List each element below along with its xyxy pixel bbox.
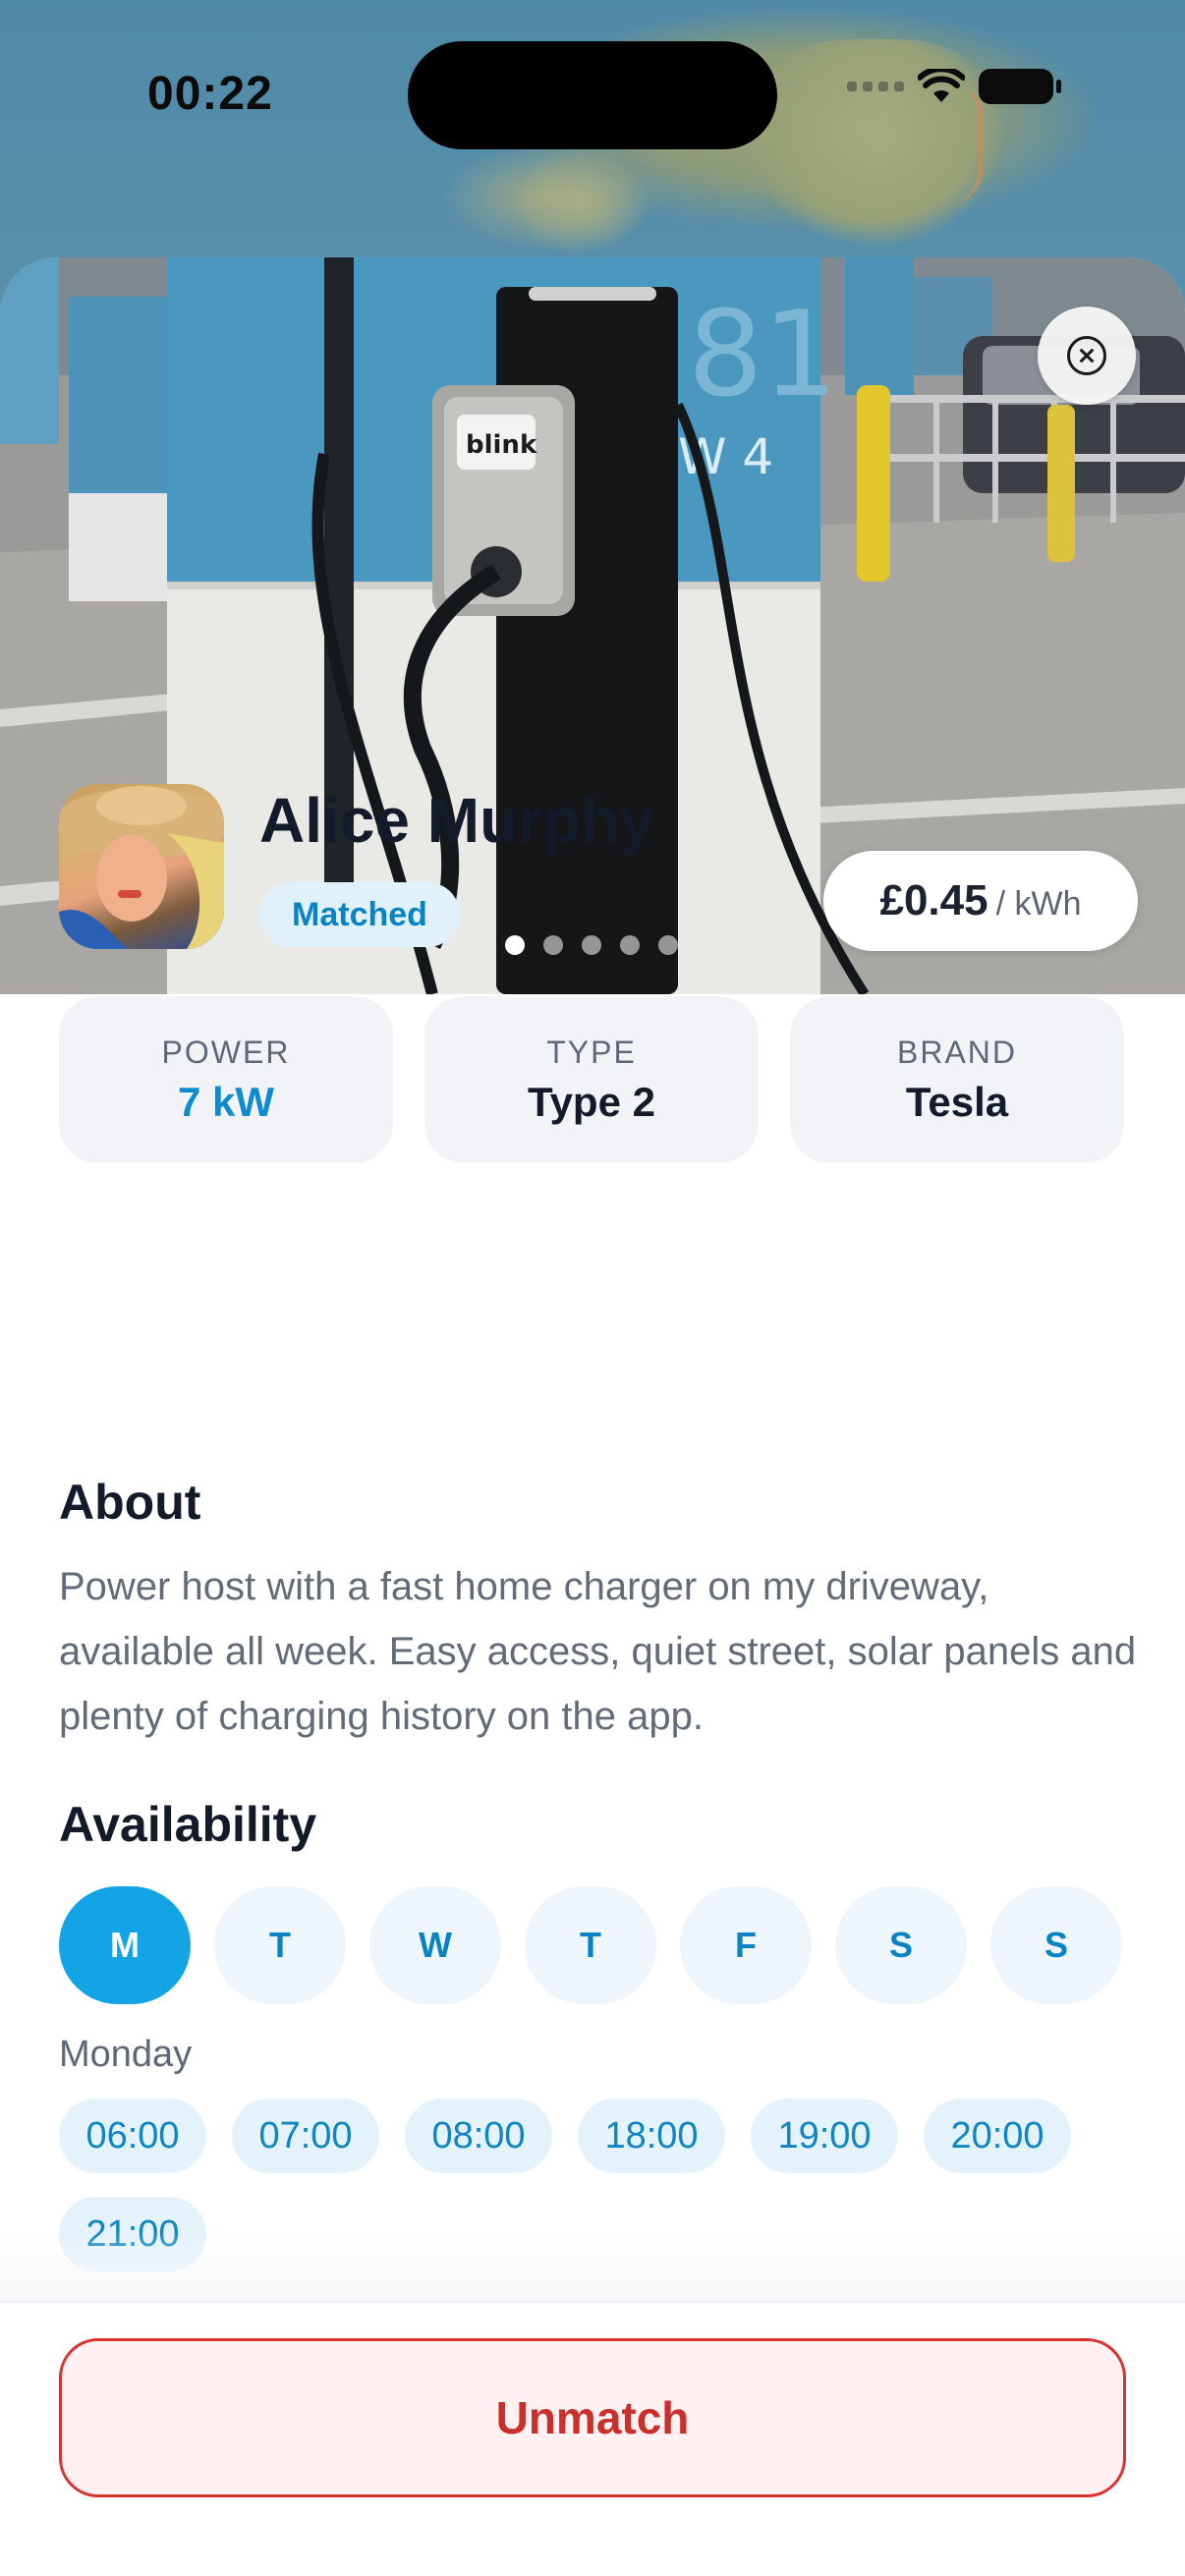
time-slot: 08:00 [405, 2099, 552, 2173]
day-button-monday[interactable]: M [59, 1886, 191, 2004]
signal-icon [847, 82, 904, 91]
dynamic-island [408, 41, 777, 149]
svg-text:81: 81 [688, 287, 838, 423]
availability-title: Availability [59, 1797, 317, 1852]
spec-value: Type 2 [528, 1078, 655, 1125]
spec-value: Tesla [905, 1078, 1009, 1125]
spec-value: 7 kW [177, 1078, 275, 1125]
page-dot[interactable] [582, 935, 601, 955]
day-selector: M T W T F S S [59, 1886, 1122, 2004]
price-unit: / kWh [995, 885, 1082, 923]
day-button-friday[interactable]: F [680, 1886, 812, 2004]
day-button-saturday[interactable]: S [835, 1886, 967, 2004]
about-title: About [59, 1475, 201, 1530]
sheet-grabber[interactable] [529, 287, 656, 301]
spec-label: BRAND [896, 1034, 1017, 1070]
close-icon [1067, 336, 1106, 375]
spec-label: POWER [161, 1034, 291, 1070]
page-dot[interactable] [658, 935, 678, 955]
host-name: Alice Murphy [259, 785, 654, 856]
page-dot[interactable] [620, 935, 640, 955]
unmatch-button[interactable]: Unmatch [59, 2338, 1126, 2497]
avatar [59, 784, 224, 949]
status-time: 00:22 [147, 68, 273, 120]
page-dot[interactable] [543, 935, 563, 955]
spec-label: TYPE [546, 1034, 637, 1070]
about-text: Power host with a fast home charger on m… [59, 1565, 1137, 1738]
spec-card-power: POWER 7 kW [59, 996, 393, 1163]
time-slot: 06:00 [59, 2099, 206, 2173]
spec-card-brand: BRAND Tesla [790, 996, 1124, 1163]
price-pill: £0.45 / kWh [823, 851, 1138, 951]
wifi-icon [918, 69, 965, 104]
status-badge: Matched [259, 882, 460, 947]
selected-day-name: Monday [59, 2034, 193, 2075]
time-slot: 18:00 [578, 2099, 725, 2173]
page-dot[interactable] [505, 935, 525, 955]
day-button-thursday[interactable]: T [525, 1886, 656, 2004]
spec-card-type: TYPE Type 2 [424, 996, 759, 1163]
bottom-action-bar: Unmatch [0, 2301, 1185, 2576]
close-button[interactable] [1038, 307, 1136, 405]
svg-text:blink: blink [466, 430, 537, 460]
price-value: £0.45 [879, 876, 988, 924]
time-slot: 07:00 [232, 2099, 379, 2173]
time-slot: 19:00 [751, 2099, 898, 2173]
carousel-page-dots [505, 935, 678, 955]
day-button-tuesday[interactable]: T [214, 1886, 346, 2004]
battery-icon [979, 69, 1061, 104]
day-button-sunday[interactable]: S [990, 1886, 1122, 2004]
time-slot: 20:00 [924, 2099, 1071, 2173]
day-button-wednesday[interactable]: W [369, 1886, 501, 2004]
screen: 00:22 81 W 4 blink £0.45 / kWh Alice Mur… [0, 0, 1185, 2576]
status-icons [847, 69, 1061, 104]
